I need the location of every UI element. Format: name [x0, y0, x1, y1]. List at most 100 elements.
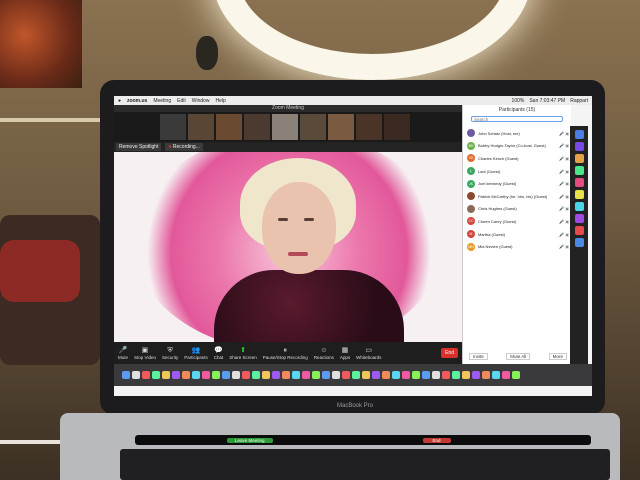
participant-row[interactable]: M Martha (Guest) 🎤 ▣ — [467, 228, 569, 241]
dock-app-icon[interactable] — [352, 371, 360, 379]
participant-row[interactable]: JK Joel kennedy (Guest) 🎤 ▣ — [467, 177, 569, 190]
invite-button[interactable]: Invite — [469, 353, 488, 360]
participant-tile[interactable] — [160, 114, 186, 140]
dock-app-icon[interactable] — [152, 371, 160, 379]
mute-all-button[interactable]: Mute All — [506, 353, 531, 360]
share-screen-button[interactable]: ⬆ Share Screen — [229, 347, 257, 360]
dock-app-icon[interactable] — [212, 371, 220, 379]
dock-app-icon[interactable] — [222, 371, 230, 379]
menu-edit[interactable]: Edit — [177, 98, 186, 104]
reactions-button[interactable]: ☺ Reactions — [314, 347, 334, 360]
dock-app-icon[interactable] — [574, 154, 584, 163]
participant-status-icons[interactable]: 🎤 ▣ — [559, 181, 569, 186]
participant-row[interactable]: MN Mia Nevien (Guest) 🎤 ▣ — [467, 240, 569, 253]
dock-app-icon[interactable] — [574, 190, 584, 199]
participant-status-icons[interactable]: 🎤 ▣ — [559, 219, 569, 224]
dock-app-icon[interactable] — [332, 371, 340, 379]
dock-app-icon[interactable] — [182, 371, 190, 379]
dock-app-icon[interactable] — [162, 371, 170, 379]
menu-app-name[interactable]: zoom.us — [127, 98, 147, 104]
dock-app-icon[interactable] — [574, 130, 584, 139]
mute-button[interactable]: 🎤 Mute — [118, 347, 128, 360]
dock-app-icon[interactable] — [142, 371, 150, 379]
dock-app-icon[interactable] — [412, 371, 420, 379]
remove-spotlight-button[interactable]: Remove Spotlight — [116, 143, 162, 151]
dock-app-icon[interactable] — [574, 166, 584, 175]
dock-app-icon[interactable] — [452, 371, 460, 379]
menu-help[interactable]: Help — [216, 98, 226, 104]
end-meeting-button[interactable]: End — [441, 348, 458, 358]
dock-app-icon[interactable] — [282, 371, 290, 379]
apple-icon[interactable]: ● — [118, 98, 121, 104]
dock-app-icon[interactable] — [292, 371, 300, 379]
touchbar-leave-button[interactable]: Leave Meeting — [227, 437, 273, 443]
dock-app-icon[interactable] — [172, 371, 180, 379]
participant-row[interactable]: L Lani (Guest) 🎤 ▣ — [467, 165, 569, 178]
dock-app-icon[interactable] — [192, 371, 200, 379]
recording-indicator[interactable]: ● Recording... — [165, 143, 203, 151]
whiteboards-button[interactable]: ▭ Whiteboards — [356, 347, 381, 360]
dock-app-icon[interactable] — [132, 371, 140, 379]
participant-row[interactable]: CC Cheen Carey (Guest) 🎤 ▣ — [467, 215, 569, 228]
participant-row[interactable]: Chris Hughes (Guest) 🎤 ▣ — [467, 203, 569, 216]
dock-app-icon[interactable] — [574, 214, 584, 223]
participant-status-icons[interactable]: 🎤 ▣ — [559, 194, 569, 199]
apps-button[interactable]: ▦ Apps — [340, 347, 350, 360]
participants-button[interactable]: 👥 Participants — [184, 347, 208, 360]
dock-app-icon[interactable] — [202, 371, 210, 379]
participant-row[interactable]: John Schatz (Host, me) 🎤 ▣ — [467, 127, 569, 140]
stop-video-button[interactable]: ▣ Stop Video — [134, 347, 156, 360]
menu-meeting[interactable]: Meeting — [153, 98, 171, 104]
dock-app-icon[interactable] — [122, 371, 130, 379]
dock-app-icon[interactable] — [252, 371, 260, 379]
participant-tile[interactable] — [188, 114, 214, 140]
spotlight-video[interactable] — [114, 152, 462, 342]
participant-tile[interactable] — [328, 114, 354, 140]
dock-app-icon[interactable] — [574, 238, 584, 247]
dock-app-icon[interactable] — [502, 371, 510, 379]
dock-app-icon[interactable] — [492, 371, 500, 379]
dock-app-icon[interactable] — [482, 371, 490, 379]
dock-app-icon[interactable] — [442, 371, 450, 379]
touchbar-end-button[interactable]: End — [422, 437, 451, 443]
menu-clock[interactable]: Sun 7:03:47 PM — [529, 98, 565, 104]
dock-app-icon[interactable] — [232, 371, 240, 379]
participant-status-icons[interactable]: 🎤 ▣ — [559, 131, 569, 136]
dock-app-icon[interactable] — [312, 371, 320, 379]
participant-tile[interactable] — [300, 114, 326, 140]
dock-app-icon[interactable] — [372, 371, 380, 379]
dock-app-icon[interactable] — [262, 371, 270, 379]
participant-tile[interactable] — [384, 114, 410, 140]
dock-app-icon[interactable] — [472, 371, 480, 379]
more-button[interactable]: More — [548, 353, 567, 360]
security-button[interactable]: ⛨ Security — [162, 347, 178, 360]
participant-status-icons[interactable]: 🎤 ▣ — [559, 206, 569, 211]
dock-app-icon[interactable] — [574, 142, 584, 151]
participant-row[interactable]: BH Bobby Hodgin-Taylor (Co-host, Guest) 🎤 … — [467, 140, 569, 153]
dock-app-icon[interactable] — [422, 371, 430, 379]
participant-tile[interactable] — [216, 114, 242, 140]
participants-search-input[interactable] — [471, 116, 563, 122]
dock-app-icon[interactable] — [342, 371, 350, 379]
dock-app-icon[interactable] — [462, 371, 470, 379]
dock-app-icon[interactable] — [574, 202, 584, 211]
dock-app-icon[interactable] — [392, 371, 400, 379]
participant-status-icons[interactable]: 🎤 ▣ — [559, 143, 569, 148]
participant-status-icons[interactable]: 🎤 ▣ — [559, 232, 569, 237]
participant-status-icons[interactable]: 🎤 ▣ — [559, 156, 569, 161]
participant-tile[interactable] — [272, 114, 298, 140]
dock-app-icon[interactable] — [242, 371, 250, 379]
dock-app-icon[interactable] — [432, 371, 440, 379]
dock-app-icon[interactable] — [402, 371, 410, 379]
chat-button[interactable]: 💬 Chat — [214, 347, 224, 360]
record-button[interactable]: ⏸ Pause/Stop Recording — [263, 347, 308, 360]
participant-tile[interactable] — [244, 114, 270, 140]
dock-app-icon[interactable] — [512, 371, 520, 379]
participant-tile[interactable] — [356, 114, 382, 140]
participant-status-icons[interactable]: 🎤 ▣ — [559, 169, 569, 174]
dock-app-icon[interactable] — [574, 178, 584, 187]
dock-app-icon[interactable] — [574, 226, 584, 235]
dock-app-icon[interactable] — [362, 371, 370, 379]
participant-row[interactable]: CK Charles Kirsch (Guest) 🎤 ▣ — [467, 152, 569, 165]
participant-status-icons[interactable]: 🎤 ▣ — [559, 244, 569, 249]
